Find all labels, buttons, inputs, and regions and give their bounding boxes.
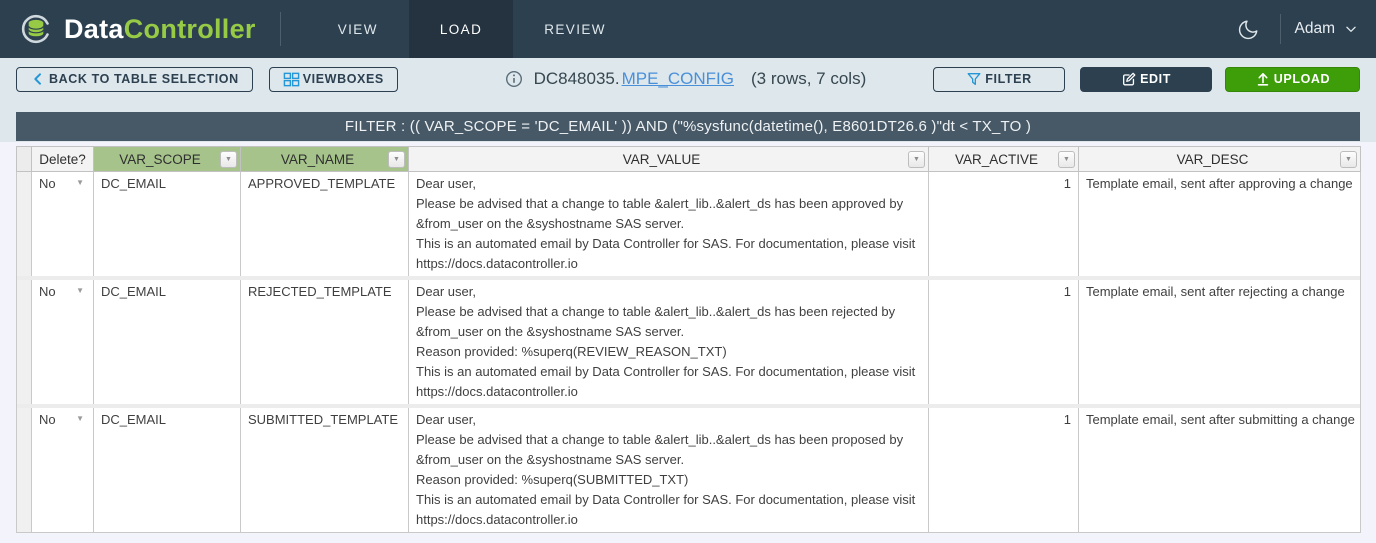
upload-button[interactable]: Upload (1225, 67, 1360, 92)
toolbar: Back to table selection Viewboxes (16, 67, 1360, 91)
dropdown-arrow-icon: ▼ (76, 415, 84, 423)
edit-pencil-icon (1121, 71, 1137, 87)
delete-dropdown-cell[interactable]: No ▼ (32, 172, 94, 277)
delete-value: No (39, 284, 56, 299)
row-handle (17, 408, 32, 533)
var-desc-cell[interactable]: Template email, sent after rejecting a c… (1079, 280, 1361, 404)
dropdown-arrow-icon: ▼ (76, 287, 84, 295)
chevron-left-icon (30, 71, 46, 87)
delete-dropdown-cell[interactable]: No ▼ (32, 408, 94, 533)
upload-button-label: Upload (1274, 72, 1330, 86)
header-row: Delete? VAR_SCOPE▼ VAR_NAME▼ VAR_VALUE▼ … (17, 147, 1361, 172)
var-scope-cell[interactable]: DC_EMAIL (94, 172, 241, 277)
toolbar-region: Back to table selection Viewboxes (0, 58, 1376, 142)
navbar-divider (280, 12, 281, 46)
nav-item-view[interactable]: VIEW (307, 0, 409, 58)
var-active-cell[interactable]: 1 (929, 172, 1079, 277)
info-icon[interactable] (505, 70, 523, 88)
filter-button[interactable]: Filter (933, 67, 1065, 92)
var-desc-filter-dropdown-button[interactable]: ▼ (1340, 151, 1357, 168)
filter-funnel-icon (966, 71, 982, 87)
viewboxes-button[interactable]: Viewboxes (269, 67, 398, 92)
var-name-cell[interactable]: SUBMITTED_TEMPLATE (241, 408, 409, 533)
var-scope-cell[interactable]: DC_EMAIL (94, 280, 241, 404)
main-menu: VIEW LOAD REVIEW (307, 0, 637, 58)
var-value-cell[interactable]: Dear user, Please be advised that a chan… (409, 408, 929, 533)
var-value-filter-dropdown-button[interactable]: ▼ (908, 151, 925, 168)
nav-item-review[interactable]: REVIEW (513, 0, 637, 58)
table-row: No ▼ DC_EMAIL REJECTED_TEMPLATE Dear user… (17, 280, 1361, 404)
top-navbar: DataController VIEW LOAD REVIEW Adam (0, 0, 1376, 58)
table-dimensions: (3 rows, 7 cols) (751, 69, 866, 89)
filter-button-label: Filter (985, 72, 1031, 86)
var-active-cell[interactable]: 1 (929, 408, 1079, 533)
edit-button-label: Edit (1140, 72, 1171, 86)
brand-part1: Data (64, 14, 124, 44)
brand-part2: Controller (124, 14, 256, 44)
column-header-var-scope[interactable]: VAR_SCOPE ▼ (94, 147, 241, 172)
edit-button[interactable]: Edit (1080, 67, 1212, 92)
user-name: Adam (1295, 20, 1336, 38)
datacontroller-logo-icon (18, 11, 54, 47)
active-filter-bar: FILTER : (( VAR_SCOPE = 'DC_EMAIL' )) AN… (16, 112, 1360, 141)
table-row: No ▼ DC_EMAIL APPROVED_TEMPLATE Dear user… (17, 172, 1361, 277)
column-header-var-value[interactable]: VAR_VALUE ▼ (409, 147, 929, 172)
table-reference: DC848035.MPE_CONFIG (3 rows, 7 cols) (438, 69, 933, 89)
var-name-cell[interactable]: REJECTED_TEMPLATE (241, 280, 409, 404)
column-header-var-active[interactable]: VAR_ACTIVE ▼ (929, 147, 1079, 172)
navbar-right: Adam (1231, 0, 1376, 58)
user-menu[interactable]: Adam (1295, 20, 1359, 38)
var-desc-header-label: VAR_DESC (1177, 152, 1249, 167)
navbar-right-divider (1280, 14, 1281, 44)
var-name-filter-dropdown-button[interactable]: ▼ (388, 151, 405, 168)
brand-name: DataController (64, 14, 256, 45)
grid-boxes-icon (283, 71, 300, 88)
back-to-table-selection-button[interactable]: Back to table selection (16, 67, 253, 92)
back-button-label: Back to table selection (49, 72, 239, 86)
table-name-link[interactable]: MPE_CONFIG (622, 69, 734, 89)
var-scope-cell[interactable]: DC_EMAIL (94, 408, 241, 533)
table-libref: DC848035. (534, 69, 620, 89)
upload-arrow-icon (1255, 71, 1271, 87)
var-active-header-label: VAR_ACTIVE (955, 152, 1038, 167)
var-active-cell[interactable]: 1 (929, 280, 1079, 404)
data-grid: Delete? VAR_SCOPE▼ VAR_NAME▼ VAR_VALUE▼ … (16, 146, 1361, 533)
var-active-filter-dropdown-button[interactable]: ▼ (1058, 151, 1075, 168)
column-header-var-desc[interactable]: VAR_DESC ▼ (1079, 147, 1361, 172)
table-row: No ▼ DC_EMAIL SUBMITTED_TEMPLATE Dear use… (17, 408, 1361, 533)
delete-value: No (39, 176, 56, 191)
var-desc-cell[interactable]: Template email, sent after approving a c… (1079, 172, 1361, 277)
var-name-header-label: VAR_NAME (281, 152, 354, 167)
var-desc-cell[interactable]: Template email, sent after submitting a … (1079, 408, 1361, 533)
viewboxes-button-label: Viewboxes (303, 72, 384, 86)
var-value-cell[interactable]: Dear user, Please be advised that a chan… (409, 280, 929, 404)
moon-icon (1237, 18, 1260, 41)
var-value-header-label: VAR_VALUE (623, 152, 701, 167)
delete-value: No (39, 412, 56, 427)
row-handle (17, 172, 32, 277)
var-name-cell[interactable]: APPROVED_TEMPLATE (241, 172, 409, 277)
column-header-var-name[interactable]: VAR_NAME ▼ (241, 147, 409, 172)
row-handle (17, 280, 32, 404)
data-grid-container: Delete? VAR_SCOPE▼ VAR_NAME▼ VAR_VALUE▼ … (16, 146, 1376, 533)
active-filter-text: FILTER : (( VAR_SCOPE = 'DC_EMAIL' )) AN… (345, 118, 1031, 135)
delete-dropdown-cell[interactable]: No ▼ (32, 280, 94, 404)
var-value-cell[interactable]: Dear user, Please be advised that a chan… (409, 172, 929, 277)
chevron-down-icon (1344, 22, 1358, 36)
dark-mode-toggle[interactable] (1231, 12, 1266, 47)
column-header-delete[interactable]: Delete? (32, 147, 94, 172)
var-scope-filter-dropdown-button[interactable]: ▼ (220, 151, 237, 168)
row-handle-header (17, 147, 32, 172)
nav-item-load[interactable]: LOAD (409, 0, 513, 58)
dropdown-arrow-icon: ▼ (76, 179, 84, 187)
brand-logo[interactable]: DataController (0, 0, 256, 58)
var-scope-header-label: VAR_SCOPE (119, 152, 201, 167)
